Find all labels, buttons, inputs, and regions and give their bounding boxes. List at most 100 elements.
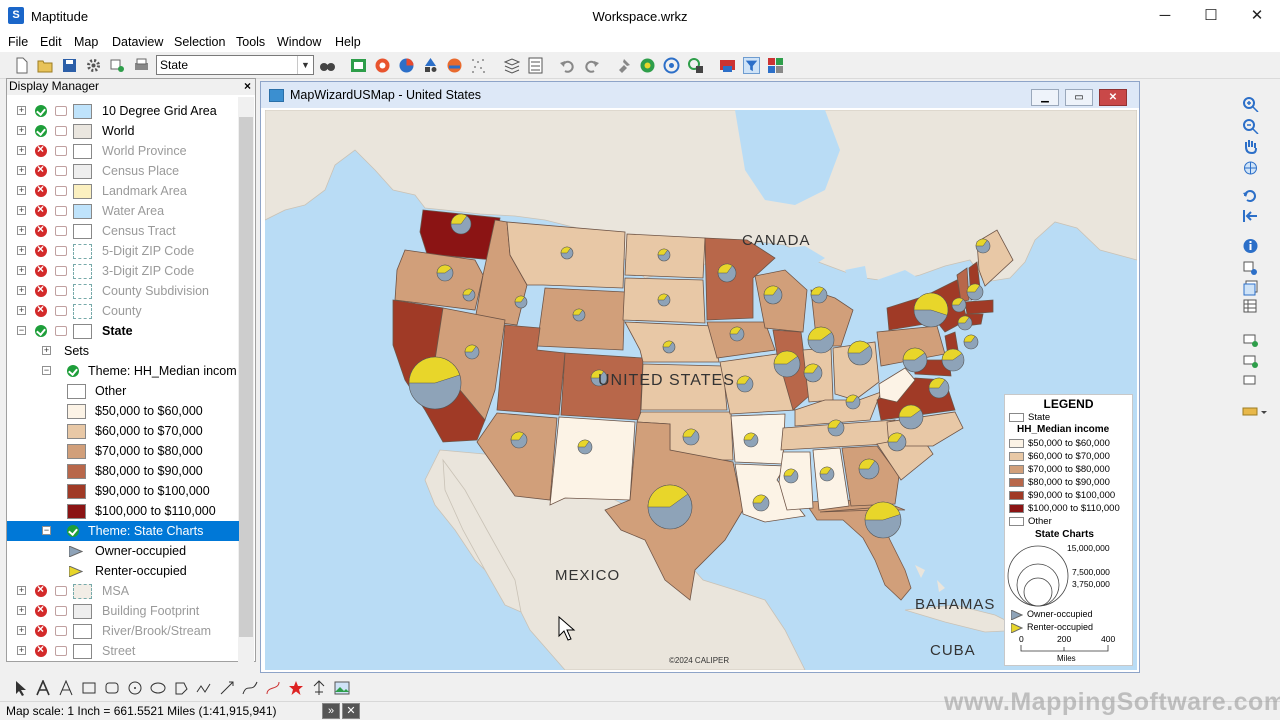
previous-scale-icon[interactable] [1242,188,1259,204]
income-class-swatch[interactable] [67,444,86,459]
location-icon[interactable] [639,57,656,74]
layer-row-county[interactable]: + County [7,301,239,321]
income-class-swatch[interactable] [67,504,86,519]
legend-icon[interactable] [527,57,544,74]
layer-style-swatch[interactable] [73,604,92,619]
theme-income-row[interactable]: − Theme: HH_Median incom [7,361,239,381]
status-expand-button[interactable]: » [322,703,340,719]
label-tag-icon[interactable] [55,226,67,236]
filter-icon[interactable] [743,57,760,74]
maximize-button[interactable]: ☐ [1188,0,1234,32]
expand-icon[interactable]: − [17,326,26,335]
sets-row[interactable]: + Sets [7,341,239,361]
expand-icon[interactable]: + [17,286,26,295]
pie-chart-icon[interactable] [398,57,415,74]
expand-icon[interactable]: + [17,266,26,275]
menu-edit[interactable]: Edit [40,35,62,49]
add-label-icon[interactable] [1242,332,1259,348]
grid-layers-icon[interactable] [767,57,784,74]
map-legend[interactable]: LEGEND State HH_Median income $50,000 to… [1004,394,1133,666]
layer-row-10-degree-grid-area[interactable]: +10 Degree Grid Area [7,101,239,121]
display-manager-close-icon[interactable]: × [244,79,251,93]
minimize-button[interactable]: ─ [1142,0,1188,32]
layer-row-world[interactable]: + World [7,121,239,141]
visibility-toggle-icon[interactable] [35,162,47,177]
collapse-icon[interactable]: − [42,526,51,535]
territory-icon[interactable] [719,57,736,74]
state-massachusetts[interactable] [964,299,994,315]
layer-row-landmark-area[interactable]: + Landmark Area [7,181,239,201]
rectangle-tool-icon[interactable] [81,680,97,696]
layer-style-swatch[interactable] [73,164,92,179]
income-class-row[interactable]: $70,000 to $80,000 [7,441,239,461]
income-class-row[interactable]: $100,000 to $110,000 [7,501,239,521]
pointer-icon[interactable] [12,680,28,696]
layer-stack-icon[interactable] [1242,280,1259,296]
layer-style-swatch[interactable] [73,644,92,659]
map-restore-button[interactable]: ▭ [1065,89,1093,106]
layer-style-swatch[interactable] [73,304,92,319]
display-manager-scrollbar[interactable] [238,97,254,662]
polygon-tool-icon[interactable] [173,680,189,696]
expand-icon[interactable]: + [17,646,26,655]
image-tool-icon[interactable] [334,680,350,696]
chart-series-row[interactable]: Renter-occupied [7,561,239,581]
expand-icon[interactable]: + [42,346,51,355]
expand-icon[interactable]: + [17,226,26,235]
visibility-toggle-icon[interactable] [35,222,47,237]
layer-style-swatch[interactable] [73,324,92,339]
layer-style-swatch[interactable] [73,584,92,599]
income-class-row[interactable]: Other [7,381,239,401]
expand-icon[interactable]: + [17,306,26,315]
layer-style-swatch[interactable] [73,124,92,139]
income-class-swatch[interactable] [67,464,86,479]
layer-row-street[interactable]: + Street [7,641,239,661]
collapse-icon[interactable]: − [42,366,51,375]
layer-row-county-subdivision[interactable]: + County Subdivision [7,281,239,301]
income-class-swatch[interactable] [67,424,86,439]
pin-icon[interactable] [615,57,632,74]
visibility-toggle-icon[interactable] [35,262,47,277]
status-close-button[interactable]: ✕ [342,703,360,719]
identify-icon[interactable] [1242,260,1259,276]
layer-style-swatch[interactable] [73,624,92,639]
target-icon[interactable] [663,57,680,74]
new-file-icon[interactable] [13,57,30,74]
theme-visibility-icon[interactable] [67,525,79,537]
layer-row-water-area[interactable]: + Water Area [7,201,239,221]
layer-row-msa[interactable]: + MSA [7,581,239,601]
star-icon[interactable] [288,680,304,696]
menu-file[interactable]: File [8,35,28,49]
visibility-toggle-icon[interactable] [35,242,47,257]
visibility-toggle-icon[interactable] [35,125,47,137]
radius-icon[interactable] [374,57,391,74]
text-tool-icon[interactable] [35,680,51,696]
label-tag-icon[interactable] [55,166,67,176]
line-tool-icon[interactable] [219,680,235,696]
label-tag-icon[interactable] [55,206,67,216]
layer-row-census-place[interactable]: + Census Place [7,161,239,181]
visibility-toggle-icon[interactable] [35,642,47,657]
zoom-out-icon[interactable] [1242,118,1259,134]
layer-row-5-digit-zip-code[interactable]: +5-Digit ZIP Code [7,241,239,261]
map-minimize-button[interactable]: ▁ [1031,89,1059,106]
label-tag-icon[interactable] [55,306,67,316]
visibility-toggle-icon[interactable] [35,105,47,117]
pan-hand-icon[interactable] [1242,138,1259,154]
open-folder-icon[interactable] [37,57,54,74]
theme-charts-row[interactable]: − Theme: State Charts [7,521,239,541]
label-tag-icon[interactable] [55,286,67,296]
curve-tool-icon[interactable] [242,680,258,696]
menu-tools[interactable]: Tools [236,35,265,49]
income-class-row[interactable]: $90,000 to $100,000 [7,481,239,501]
income-class-swatch[interactable] [67,384,86,399]
scroll-thumb[interactable] [239,117,253,637]
rounded-rect-tool-icon[interactable] [104,680,120,696]
visibility-toggle-icon[interactable] [35,282,47,297]
map-close-button[interactable]: ✕ [1099,89,1127,106]
dot-density-icon[interactable] [470,57,487,74]
save-icon[interactable] [61,57,78,74]
layer-row-building-footprint[interactable]: + Building Footprint [7,601,239,621]
label-tag-icon[interactable] [55,106,67,116]
ellipse-tool-icon[interactable] [150,680,166,696]
